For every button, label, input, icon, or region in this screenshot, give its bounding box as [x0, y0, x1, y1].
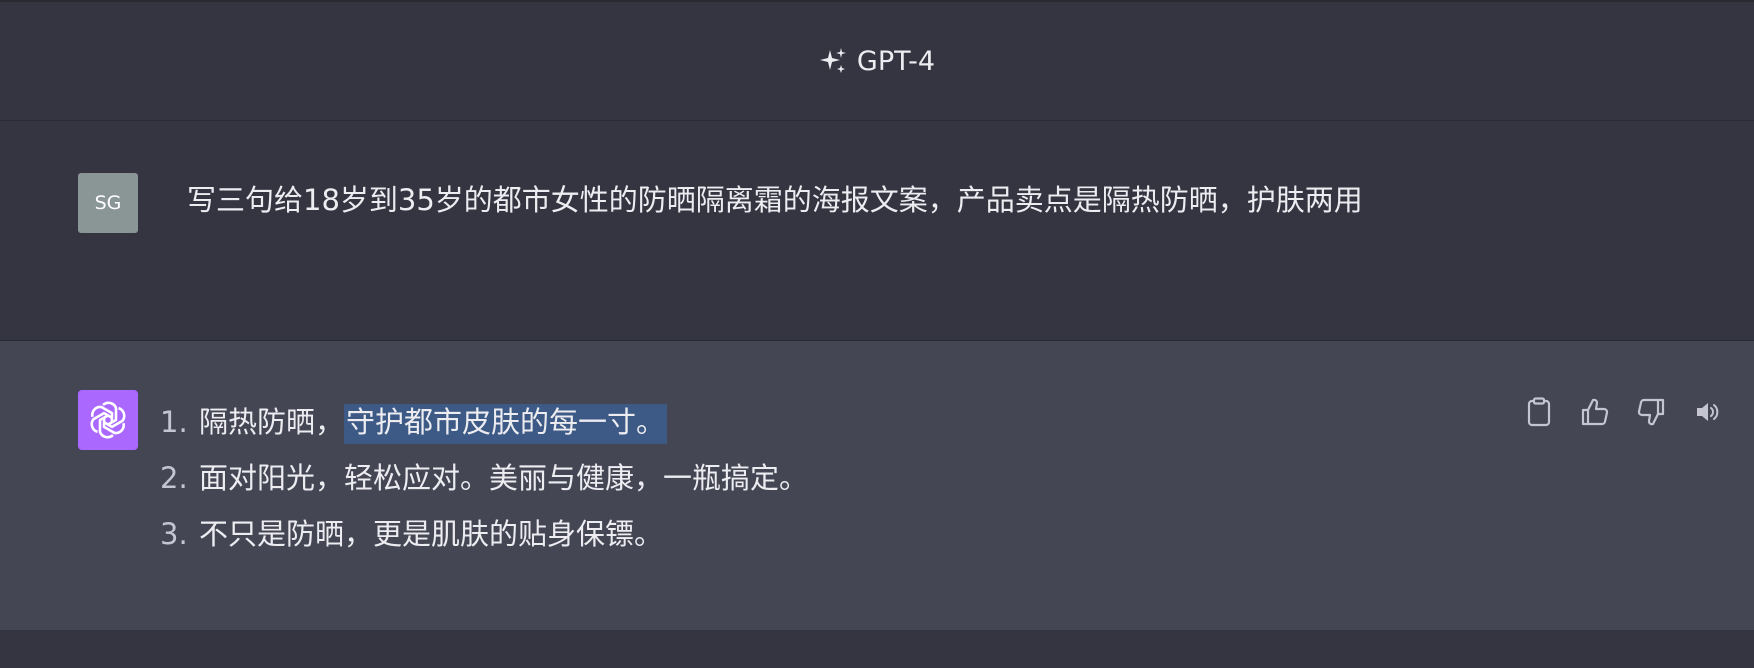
user-message-text: 写三句给18岁到35岁的都市女性的防晒隔离霜的海报文案，产品卖点是隔热防晒，护肤…: [187, 183, 1363, 217]
read-aloud-button[interactable]: [1690, 397, 1724, 431]
list-item-text: 不只是防晒，更是肌肤的贴身保镖。: [199, 517, 664, 551]
openai-logo-icon: [78, 390, 138, 450]
list-number: 1.: [160, 405, 188, 439]
thumbs-up-button[interactable]: [1578, 397, 1612, 431]
thumbs-down-icon: [1636, 397, 1666, 431]
answer-list: 1. 隔热防晒，守护都市皮肤的每一寸。 2. 面对阳光，轻松应对。美丽与健康，一…: [160, 394, 808, 562]
list-number: 2.: [160, 461, 188, 495]
model-selector[interactable]: GPT-4: [819, 46, 935, 77]
message-actions: [1522, 397, 1724, 431]
speaker-icon: [1694, 399, 1720, 429]
avatar-initials: SG: [94, 192, 122, 214]
list-item: 1. 隔热防晒，守护都市皮肤的每一寸。: [160, 394, 808, 450]
list-item: 2. 面对阳光，轻松应对。美丽与健康，一瓶搞定。: [160, 450, 808, 506]
selected-text[interactable]: 守护都市皮肤的每一寸。: [344, 404, 668, 444]
assistant-message-row: 1. 隔热防晒，守护都市皮肤的每一寸。 2. 面对阳光，轻松应对。美丽与健康，一…: [0, 341, 1754, 630]
list-item: 3. 不只是防晒，更是肌肤的贴身保镖。: [160, 506, 808, 562]
model-name: GPT-4: [856, 45, 936, 77]
thumbs-down-button[interactable]: [1634, 397, 1668, 431]
list-number: 3.: [160, 517, 188, 551]
avatar: SG: [78, 173, 138, 233]
copy-button[interactable]: [1522, 397, 1556, 431]
top-bar: GPT-4: [0, 0, 1754, 121]
list-item-text: 面对阳光，轻松应对。美丽与健康，一瓶搞定。: [199, 461, 809, 495]
thumbs-up-icon: [1580, 397, 1610, 431]
user-message-row: SG 写三句给18岁到35岁的都市女性的防晒隔离霜的海报文案，产品卖点是隔热防晒…: [0, 121, 1754, 341]
sparkle-icon: [819, 47, 847, 75]
list-item-text: 隔热防晒，守护都市皮肤的每一寸。: [199, 394, 668, 450]
list-item-text-plain: 隔热防晒，: [199, 405, 345, 439]
bottom-area: [0, 630, 1754, 668]
copy-icon: [1525, 397, 1553, 431]
